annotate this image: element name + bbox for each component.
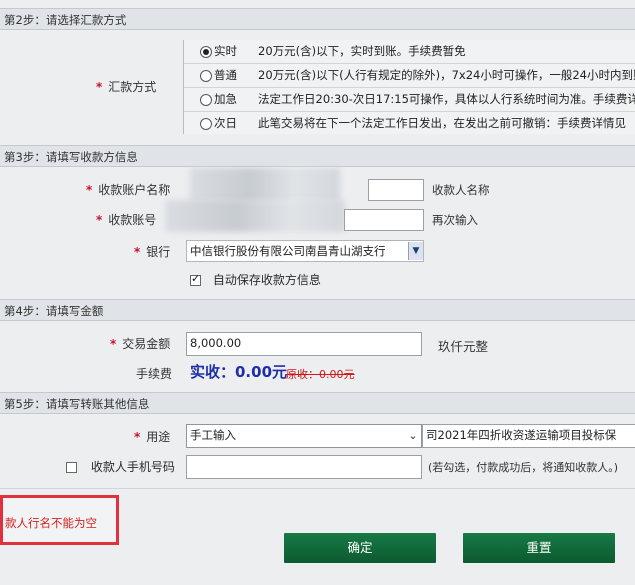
bank-label: * 银行 (134, 245, 171, 259)
transfer-form-page: 第2步：请选择汇款方式 * 汇款方式 实时 20万元(含)以下，实时到账。手续费暂免… (0, 0, 635, 585)
amount-in-words: 玖仟元整 (438, 339, 489, 354)
radio-next-day[interactable] (200, 117, 212, 130)
account-no-label: * 收款账号 (96, 213, 157, 227)
account-name-input[interactable] (368, 179, 424, 201)
step5-header: 第5步：请填写转账其他信息 (0, 392, 635, 414)
radio-realtime[interactable] (200, 45, 212, 58)
remit-method-label: * 汇款方式 (96, 80, 157, 94)
phone-notify-option[interactable]: 收款人手机号码 (66, 458, 175, 475)
confirm-button[interactable]: 确定 (284, 533, 436, 563)
error-message: 款人行名不能为空 (5, 516, 97, 530)
option-normal[interactable]: 普通 20万元(含)以下(人行有规定的除外)，7x24小时可操作，一般24小时内到… (184, 63, 635, 87)
option-urgent[interactable]: 加急 法定工作日20:30-次日17:15可操作，具体以人行系统时间为准。手续费详… (184, 87, 635, 111)
bank-select[interactable]: 中信银行股份有限公司南昌青山湖支行 (186, 240, 424, 262)
remit-method-options: 实时 20万元(含)以下，实时到账。手续费暂免 普通 20万元(含)以下(人行有规定… (183, 40, 635, 134)
account-no-confirm-input[interactable] (344, 209, 424, 231)
radio-normal[interactable] (200, 69, 212, 82)
option-realtime[interactable]: 实时 20万元(含)以下，实时到账。手续费暂免 (184, 40, 635, 63)
actual-fee: 实收：0.00元 (190, 363, 288, 381)
purpose-label: * 用途 (134, 430, 171, 444)
step4-header: 第4步：请填写金额 (0, 299, 635, 321)
purpose-select[interactable]: 手工输入 (186, 424, 422, 448)
step2-header: 第2步：请选择汇款方式 (0, 8, 635, 30)
fee-label: 手续费 (136, 367, 173, 381)
form-divider (0, 488, 635, 489)
account-no-hint: 再次输入 (432, 213, 478, 227)
radio-urgent[interactable] (200, 93, 212, 106)
chevron-down-icon[interactable]: ▼ (408, 242, 423, 260)
account-name-hint: 收款人名称 (432, 183, 490, 197)
phone-notify-checkbox[interactable] (66, 462, 77, 473)
redacted-account-number (165, 200, 345, 232)
account-name-label: * 收款账户名称 (86, 183, 171, 197)
option-next-day[interactable]: 次日 此笔交易将在下一个法定工作日发出，在发出之前可撤销：手续费详情见 (184, 111, 635, 135)
error-highlight-box: 款人行名不能为空 (0, 495, 119, 545)
chevron-down-icon[interactable]: ⌄ (406, 427, 420, 445)
required-mark: * (96, 80, 103, 94)
phone-hint: (若勾选，付款成功后，将通知收款人。) (428, 461, 619, 474)
original-fee: 原收：0.00元 (286, 368, 355, 381)
amount-input[interactable]: 8,000.00 (186, 332, 422, 356)
step3-header: 第3步：请填写收款方信息 (0, 145, 635, 167)
save-payee-checkbox[interactable] (190, 272, 201, 286)
reset-button[interactable]: 重置 (463, 533, 615, 563)
save-payee-option[interactable]: 自动保存收款方信息 (190, 271, 321, 288)
purpose-text-input[interactable]: 司2021年四折收资遂运输项目投标保 (422, 424, 635, 448)
redacted-account-name (190, 168, 340, 202)
phone-input[interactable] (186, 455, 422, 479)
amount-label: * 交易金额 (110, 337, 171, 351)
